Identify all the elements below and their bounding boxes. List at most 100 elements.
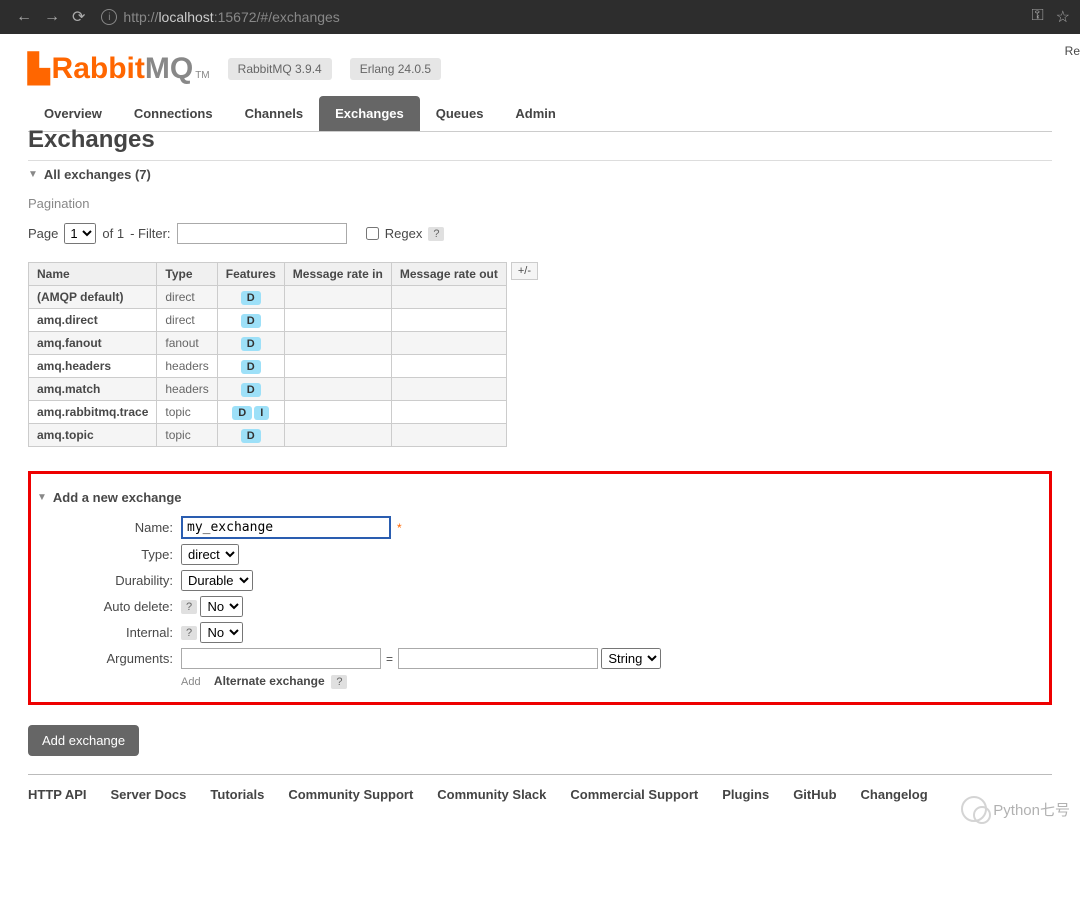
exchange-name[interactable]: amq.rabbitmq.trace [29, 401, 157, 424]
pager: Page 1 of 1 - Filter: Regex ? [28, 223, 1052, 244]
exchange-name[interactable]: amq.topic [29, 424, 157, 447]
pagination-label: Pagination [28, 196, 1052, 211]
footer-link[interactable]: Community Slack [437, 787, 546, 802]
arguments-label: Arguments: [31, 651, 181, 666]
autodelete-help[interactable]: ? [181, 600, 197, 614]
exchange-features: D [217, 378, 284, 401]
regex-checkbox[interactable] [366, 227, 379, 240]
footer-link[interactable]: Changelog [861, 787, 928, 802]
rate-out [391, 286, 506, 309]
feature-badge: D [241, 337, 261, 351]
feature-badge: D [241, 360, 261, 374]
rate-in [284, 309, 391, 332]
internal-help[interactable]: ? [181, 626, 197, 640]
section-add-exchange[interactable]: ▼ Add a new exchange [31, 484, 1049, 511]
footer-link[interactable]: Tutorials [210, 787, 264, 802]
topright-text: Re [1065, 44, 1080, 58]
autodelete-select[interactable]: No [200, 596, 243, 617]
rate-out [391, 401, 506, 424]
exchange-name[interactable]: amq.fanout [29, 332, 157, 355]
arg-type-select[interactable]: String [601, 648, 661, 669]
exchange-name[interactable]: (AMQP default) [29, 286, 157, 309]
exchange-features: D [217, 424, 284, 447]
exchange-name[interactable]: amq.match [29, 378, 157, 401]
autodelete-label: Auto delete: [31, 599, 181, 614]
add-argument-link[interactable]: Add [181, 676, 201, 688]
filter-label: - Filter: [130, 226, 170, 241]
internal-select[interactable]: No [200, 622, 243, 643]
logo-rabbit: Rabbit [52, 52, 145, 85]
arg-value-input[interactable] [398, 648, 598, 669]
info-icon[interactable]: i [101, 9, 117, 25]
durability-select[interactable]: Durable [181, 570, 253, 591]
logo-tm: TM [195, 70, 209, 81]
type-select[interactable]: direct [181, 544, 239, 565]
feature-badge: I [254, 406, 269, 420]
footer-link[interactable]: GitHub [793, 787, 836, 802]
feature-badge: D [241, 291, 261, 305]
th-type: Type [157, 263, 217, 286]
alt-ex-help[interactable]: ? [331, 675, 347, 689]
table-row[interactable]: amq.matchheadersD [29, 378, 507, 401]
logo[interactable]: ▙ RabbitMQ TM [28, 52, 210, 86]
table-row[interactable]: amq.headersheadersD [29, 355, 507, 378]
table-row[interactable]: amq.directdirectD [29, 309, 507, 332]
footer-link[interactable]: Plugins [722, 787, 769, 802]
footer-link[interactable]: Commercial Support [570, 787, 698, 802]
feature-badge: D [232, 406, 252, 420]
table-row[interactable]: amq.fanoutfanoutD [29, 332, 507, 355]
exchange-type: topic [157, 424, 217, 447]
url-host: localhost [158, 9, 213, 25]
type-label: Type: [31, 547, 181, 562]
key-icon[interactable]: ⚿ [1031, 7, 1043, 27]
arg-key-input[interactable] [181, 648, 381, 669]
feature-badge: D [241, 314, 261, 328]
th-rate-out: Message rate out [391, 263, 506, 286]
rate-in [284, 401, 391, 424]
page-select[interactable]: 1 [64, 223, 96, 244]
tab-admin[interactable]: Admin [499, 96, 571, 131]
regex-label: Regex [385, 226, 423, 241]
footer-link[interactable]: Server Docs [111, 787, 187, 802]
section-all-label: All exchanges (7) [44, 167, 151, 182]
browser-bar: ← → ⟳ i http:// localhost :15672/#/excha… [0, 0, 1080, 34]
table-row[interactable]: amq.rabbitmq.tracetopicDI [29, 401, 507, 424]
reload-icon[interactable]: ⟳ [72, 7, 85, 27]
section-all-exchanges[interactable]: ▼ All exchanges (7) [28, 160, 1052, 188]
back-icon[interactable]: ← [16, 8, 32, 26]
tab-exchanges[interactable]: Exchanges [319, 96, 420, 131]
regex-help[interactable]: ? [428, 227, 444, 241]
url-bar[interactable]: i http:// localhost :15672/#/exchanges [101, 9, 339, 25]
star-icon[interactable]: ☆ [1056, 7, 1070, 27]
name-input[interactable] [181, 516, 391, 539]
table-row[interactable]: amq.topictopic D [29, 424, 507, 447]
forward-icon[interactable]: → [44, 8, 60, 26]
exchange-features: DI [217, 401, 284, 424]
rate-out [391, 424, 506, 447]
feature-badge: D [241, 429, 261, 443]
exchange-features: D [217, 286, 284, 309]
exchange-name[interactable]: amq.direct [29, 309, 157, 332]
logo-mq: MQ [145, 52, 193, 85]
exchanges-table: Name Type Features Message rate in Messa… [28, 262, 507, 447]
th-features: Features [217, 263, 284, 286]
tab-queues[interactable]: Queues [420, 96, 500, 131]
rate-in [284, 424, 391, 447]
footer-link[interactable]: Community Support [288, 787, 413, 802]
caret-down-icon: ▼ [37, 492, 47, 503]
table-row[interactable]: (AMQP default)direct D [29, 286, 507, 309]
footer-link[interactable]: HTTP API [28, 787, 87, 802]
rate-out [391, 332, 506, 355]
exchange-type: direct [157, 286, 217, 309]
filter-input[interactable] [177, 223, 347, 244]
adjust-columns[interactable]: +/- [511, 262, 538, 280]
watermark: Python七号 [961, 796, 1070, 822]
add-exchange-button[interactable]: Add exchange [28, 725, 139, 756]
version-badge: RabbitMQ 3.9.4 [228, 58, 332, 80]
header: ▙ RabbitMQ TM RabbitMQ 3.9.4 Erlang 24.0… [28, 34, 1052, 96]
feature-badge: D [241, 383, 261, 397]
exchange-name[interactable]: amq.headers [29, 355, 157, 378]
exchange-features: D [217, 309, 284, 332]
tab-channels[interactable]: Channels [229, 96, 320, 131]
rate-in [284, 378, 391, 401]
